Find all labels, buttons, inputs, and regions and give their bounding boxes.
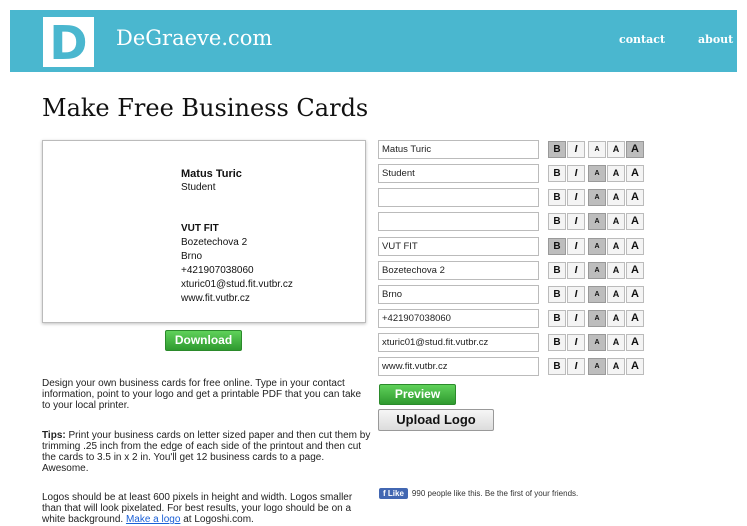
size-small-button[interactable]: A <box>588 213 606 230</box>
facebook-like-count: 990 people like this. Be the first of yo… <box>411 489 579 498</box>
preview-button[interactable]: Preview <box>379 384 456 405</box>
size-small-button[interactable]: A <box>588 310 606 327</box>
card-line-input[interactable]: +421907038060 <box>378 309 539 328</box>
download-button[interactable]: Download <box>165 330 242 351</box>
make-logo-link[interactable]: Make a logo <box>126 514 180 525</box>
size-medium-button[interactable]: A <box>607 262 625 279</box>
facebook-like-widget: f Like 990 people like this. Be the first… <box>379 488 578 501</box>
bold-toggle-button[interactable]: B <box>548 334 566 351</box>
size-small-button[interactable]: A <box>588 262 606 279</box>
bold-toggle-button[interactable]: B <box>548 213 566 230</box>
logo-letter: D <box>49 17 87 67</box>
bold-toggle-button[interactable]: B <box>548 141 566 158</box>
italic-toggle-button[interactable]: I <box>567 262 585 279</box>
size-small-button[interactable]: A <box>588 189 606 206</box>
intro-text: Design your own business cards for free … <box>42 378 362 411</box>
card-phone: +421907038060 <box>181 265 254 276</box>
italic-toggle-button[interactable]: I <box>567 189 585 206</box>
italic-toggle-button[interactable]: I <box>567 213 585 230</box>
card-job-title: Student <box>181 182 216 193</box>
card-line-input[interactable]: Matus Turic <box>378 140 539 159</box>
size-large-button[interactable]: A <box>626 334 644 351</box>
bold-toggle-button[interactable]: B <box>548 238 566 255</box>
facebook-icon: f <box>383 489 386 498</box>
size-medium-button[interactable]: A <box>607 334 625 351</box>
italic-toggle-button[interactable]: I <box>567 286 585 303</box>
card-line-input[interactable]: Bozetechova 2 <box>378 261 539 280</box>
site-header: D DeGraeve.com contact about <box>10 10 737 72</box>
italic-toggle-button[interactable]: I <box>567 238 585 255</box>
bold-toggle-button[interactable]: B <box>548 189 566 206</box>
size-medium-button[interactable]: A <box>607 238 625 255</box>
card-line-input[interactable] <box>378 212 539 231</box>
size-small-button[interactable]: A <box>588 358 606 375</box>
size-medium-button[interactable]: A <box>607 358 625 375</box>
bold-toggle-button[interactable]: B <box>548 165 566 182</box>
size-large-button[interactable]: A <box>626 358 644 375</box>
nav-contact-link[interactable]: contact <box>619 33 665 46</box>
size-large-button[interactable]: A <box>626 310 644 327</box>
card-line-input[interactable]: VUT FIT <box>378 237 539 256</box>
card-line-input[interactable] <box>378 188 539 207</box>
size-medium-button[interactable]: A <box>607 189 625 206</box>
card-website: www.fit.vutbr.cz <box>181 293 250 304</box>
size-medium-button[interactable]: A <box>607 213 625 230</box>
size-medium-button[interactable]: A <box>607 165 625 182</box>
facebook-like-label: Like <box>387 489 404 498</box>
italic-toggle-button[interactable]: I <box>567 165 585 182</box>
size-large-button[interactable]: A <box>626 213 644 230</box>
upload-logo-button[interactable]: Upload Logo <box>378 409 494 431</box>
logo-suffix: at Logoshi.com. <box>183 514 254 525</box>
degraeve-logo-icon[interactable]: D <box>43 17 94 67</box>
size-large-button[interactable]: A <box>626 165 644 182</box>
size-large-button[interactable]: A <box>626 189 644 206</box>
bold-toggle-button[interactable]: B <box>548 286 566 303</box>
card-line-input[interactable]: Student <box>378 164 539 183</box>
business-card-preview: Matus Turic Student VUT FIT Bozetechova … <box>42 140 366 323</box>
size-small-button[interactable]: A <box>588 334 606 351</box>
size-large-button[interactable]: A <box>626 286 644 303</box>
card-city: Brno <box>181 251 203 262</box>
tips-text: Tips: Print your business cards on lette… <box>42 430 372 474</box>
size-large-button[interactable]: A <box>626 141 644 158</box>
bold-toggle-button[interactable]: B <box>548 310 566 327</box>
size-large-button[interactable]: A <box>626 262 644 279</box>
tips-label: Tips: <box>42 430 66 441</box>
italic-toggle-button[interactable]: I <box>567 310 585 327</box>
card-address: Bozetechova 2 <box>181 237 248 248</box>
size-small-button[interactable]: A <box>588 141 606 158</box>
size-small-button[interactable]: A <box>588 165 606 182</box>
card-name: Matus Turic <box>181 168 242 180</box>
size-medium-button[interactable]: A <box>607 310 625 327</box>
card-company: VUT FIT <box>181 223 219 234</box>
italic-toggle-button[interactable]: I <box>567 334 585 351</box>
card-email: xturic01@stud.fit.vutbr.cz <box>181 279 293 290</box>
size-small-button[interactable]: A <box>588 286 606 303</box>
size-medium-button[interactable]: A <box>607 141 625 158</box>
tips-body: Print your business cards on letter size… <box>42 430 371 474</box>
size-small-button[interactable]: A <box>588 238 606 255</box>
page-title: Make Free Business Cards <box>42 94 369 122</box>
italic-toggle-button[interactable]: I <box>567 141 585 158</box>
bold-toggle-button[interactable]: B <box>548 262 566 279</box>
site-name[interactable]: DeGraeve.com <box>116 26 272 50</box>
nav-about-link[interactable]: about <box>698 33 733 46</box>
bold-toggle-button[interactable]: B <box>548 358 566 375</box>
card-line-input[interactable]: xturic01@stud.fit.vutbr.cz <box>378 333 539 352</box>
facebook-like-button[interactable]: f Like <box>379 488 408 499</box>
logos-text: Logos should be at least 600 pixels in h… <box>42 492 372 525</box>
size-medium-button[interactable]: A <box>607 286 625 303</box>
size-large-button[interactable]: A <box>626 238 644 255</box>
italic-toggle-button[interactable]: I <box>567 358 585 375</box>
card-line-input[interactable]: www.fit.vutbr.cz <box>378 357 539 376</box>
card-line-input[interactable]: Brno <box>378 285 539 304</box>
